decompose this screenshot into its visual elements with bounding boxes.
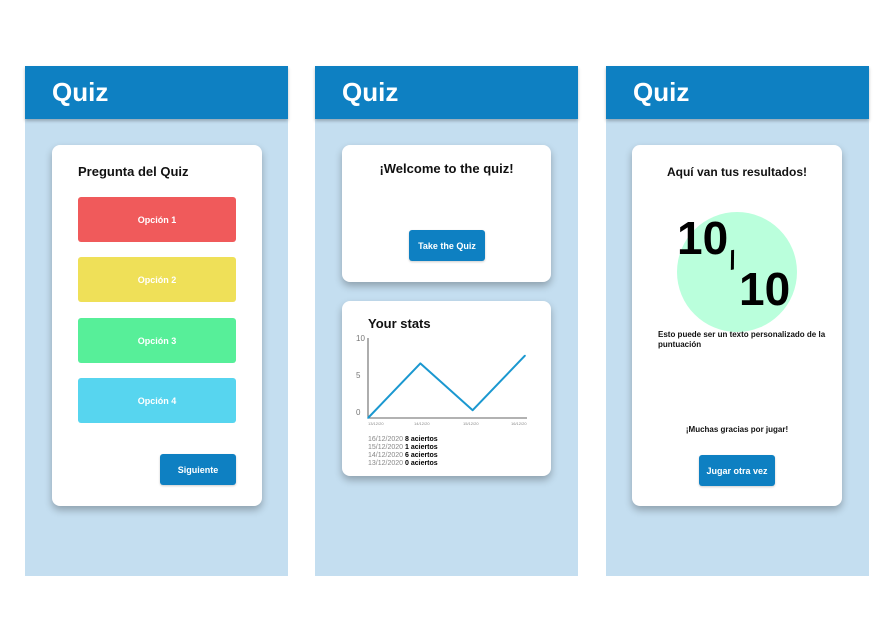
stat-result: 0 aciertos	[405, 460, 438, 467]
x-tick-label: 13/12/20	[368, 421, 384, 426]
thanks-message: ¡Muchas gracias por jugar!	[685, 425, 789, 434]
option-2-button[interactable]: Opción 2	[78, 257, 236, 302]
option-3-button[interactable]: Opción 3	[78, 318, 236, 363]
take-quiz-button[interactable]: Take the Quiz	[409, 230, 485, 261]
app-title: Quiz	[342, 77, 399, 107]
stat-date: 13/12/2020	[368, 460, 404, 467]
stats-data-point	[524, 354, 526, 357]
stats-title: Your stats	[368, 316, 431, 331]
score-description: Esto puede ser un texto personalizado de…	[658, 330, 826, 349]
stat-result: 8 aciertos	[405, 436, 438, 443]
results-screen: Quiz Aquí van tus resultados! 10 / 10 Es…	[606, 66, 869, 576]
x-tick-label: 15/12/20	[463, 421, 479, 426]
question-card: Pregunta del Quiz Opción 1 Opción 2 Opci…	[52, 145, 262, 506]
next-button[interactable]: Siguiente	[160, 454, 236, 485]
score-total: 10	[739, 263, 791, 315]
app-title: Quiz	[52, 77, 109, 107]
question-title: Pregunta del Quiz	[78, 164, 189, 179]
results-title: Aquí van tus resultados!	[666, 165, 808, 179]
stat-row: 16/12/2020 8 aciertos	[368, 436, 438, 443]
option-1-button[interactable]: Opción 1	[78, 197, 236, 242]
app-header: Quiz	[606, 66, 869, 119]
results-card: Aquí van tus resultados! 10 / 10 Esto pu…	[632, 145, 842, 506]
y-tick-label: 5	[356, 371, 361, 380]
stat-row: 13/12/2020 0 aciertos	[368, 460, 438, 467]
welcome-title: ¡Welcome to the quiz!	[379, 161, 514, 176]
stat-date: 16/12/2020	[368, 436, 404, 443]
score-value: 10	[677, 212, 729, 264]
y-tick-label: 10	[356, 334, 365, 343]
stat-result: 1 aciertos	[405, 444, 438, 451]
stat-row: 15/12/2020 1 aciertos	[368, 444, 438, 451]
stats-line-chart	[367, 338, 527, 419]
question-screen: Quiz Pregunta del Quiz Opción 1 Opción 2…	[25, 66, 288, 576]
stat-date: 14/12/2020	[368, 452, 404, 459]
welcome-card: ¡Welcome to the quiz! Take the Quiz	[342, 145, 551, 282]
stat-result: 6 aciertos	[405, 452, 438, 459]
stats-data-point	[367, 417, 369, 419]
play-again-button[interactable]: Jugar otra vez	[699, 455, 775, 486]
x-tick-label: 14/12/20	[414, 421, 430, 426]
stat-row: 14/12/2020 6 aciertos	[368, 452, 438, 459]
stats-data-point	[419, 362, 422, 365]
stats-data-point	[471, 409, 474, 411]
y-tick-label: 0	[356, 408, 361, 417]
app-header: Quiz	[25, 66, 288, 119]
stats-series-line	[367, 354, 526, 419]
app-header: Quiz	[315, 66, 578, 119]
home-screen: Quiz ¡Welcome to the quiz! Take the Quiz…	[315, 66, 578, 576]
x-tick-label: 16/12/20	[511, 421, 527, 426]
app-title: Quiz	[633, 77, 690, 107]
stats-card: Your stats 10 5 0 13/12/20 14/12/20 15/1…	[342, 301, 551, 476]
option-4-button[interactable]: Opción 4	[78, 378, 236, 423]
stat-date: 15/12/2020	[368, 444, 404, 451]
